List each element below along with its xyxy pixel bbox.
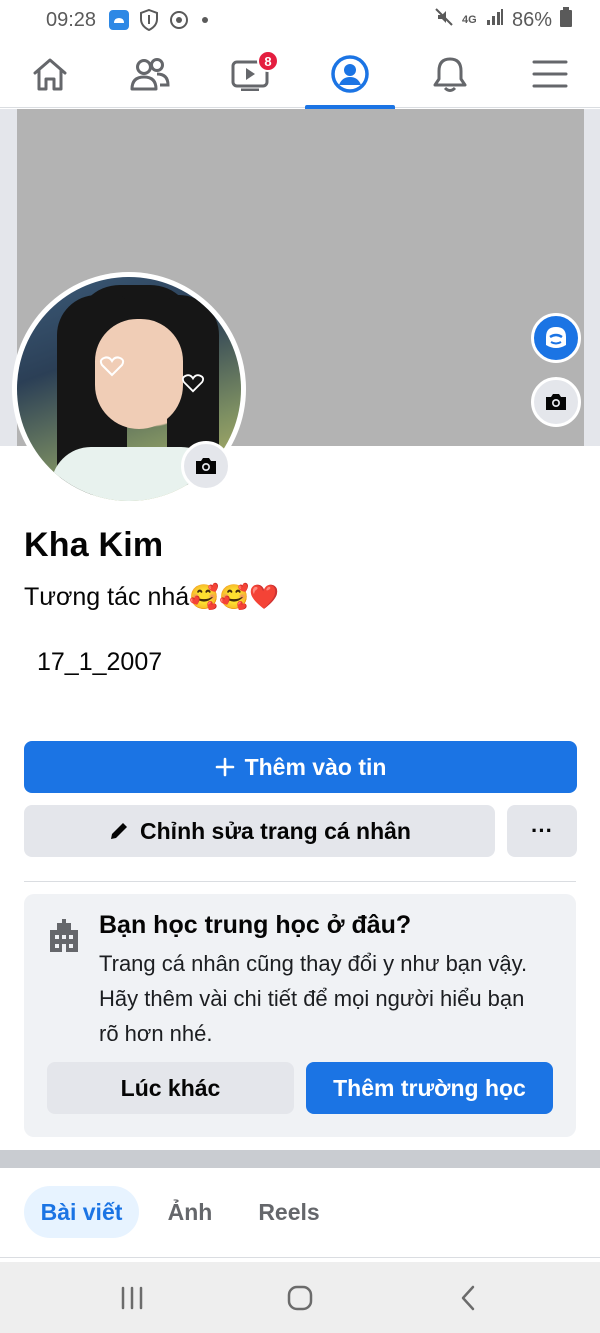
- edit-profile-button[interactable]: Chỉnh sửa trang cá nhân: [24, 805, 495, 857]
- status-bar: 09:28 4G 86%: [0, 0, 600, 40]
- system-navigation-bar: [0, 1262, 600, 1333]
- heart-sticker-icon: [181, 374, 205, 393]
- battery-percent: 86%: [511, 8, 552, 31]
- cloud-app-icon: [108, 9, 130, 31]
- edit-profile-label: Chỉnh sửa trang cá nhân: [140, 817, 411, 844]
- bio-text: Tương tác nhá: [24, 583, 190, 611]
- avatar-builder-button[interactable]: [531, 313, 581, 363]
- camera-icon: [546, 394, 566, 410]
- recent-apps-button[interactable]: [112, 1280, 152, 1316]
- mute-icon: [434, 7, 454, 33]
- pencil-icon: [108, 820, 130, 842]
- battery-icon: [560, 7, 572, 33]
- cover-margin-right: [584, 109, 600, 446]
- add-to-story-label: Thêm vào tin: [244, 753, 387, 780]
- edit-profile-picture-button[interactable]: [181, 441, 231, 491]
- notification-dot-icon: [202, 17, 209, 23]
- status-time: 09:28: [46, 8, 97, 31]
- add-school-label: Thêm trường học: [333, 1074, 526, 1101]
- home-circle-icon: [287, 1285, 313, 1311]
- later-button[interactable]: Lúc khác: [47, 1062, 294, 1114]
- tab-posts[interactable]: Bài viết: [24, 1186, 139, 1238]
- back-arrow-icon: [461, 1285, 475, 1311]
- nav-watch[interactable]: 8: [205, 40, 295, 108]
- profile-bio: Tương tác nhá🥰🥰❤️: [24, 583, 279, 612]
- home-button[interactable]: [280, 1280, 320, 1316]
- nav-profile[interactable]: [305, 40, 395, 109]
- friends-icon: [130, 58, 170, 91]
- add-school-button[interactable]: Thêm trường học: [306, 1062, 553, 1114]
- nav-menu[interactable]: [505, 40, 595, 108]
- nav-notifications[interactable]: [405, 40, 495, 108]
- edit-cover-button[interactable]: [531, 377, 581, 427]
- add-to-story-button[interactable]: Thêm vào tin: [24, 741, 577, 793]
- menu-icon: [532, 60, 568, 88]
- tab-photos[interactable]: Ảnh: [158, 1186, 222, 1238]
- watch-badge: 8: [257, 50, 279, 72]
- tab-reels[interactable]: Reels: [248, 1186, 330, 1238]
- school-prompt-card: Bạn học trung học ở đâu? Trang cá nhân c…: [24, 894, 576, 1137]
- section-divider: [24, 881, 576, 882]
- bio-emoji: 🥰🥰❤️: [189, 584, 279, 611]
- school-prompt-title: Bạn học trung học ở đâu?: [99, 911, 412, 939]
- profile-birthday: 17_1_2007: [37, 648, 163, 676]
- home-icon: [33, 58, 67, 91]
- back-button[interactable]: [448, 1280, 488, 1316]
- profile-icon: [331, 55, 369, 93]
- school-building-icon: [46, 918, 82, 959]
- avatar-face-icon: [546, 327, 566, 348]
- vpn-icon: [168, 9, 190, 31]
- signal-icon: [486, 8, 504, 32]
- profile-name: Kha Kim: [24, 526, 164, 564]
- more-options-button[interactable]: ···: [507, 805, 577, 857]
- later-label: Lúc khác: [120, 1074, 221, 1101]
- bell-icon: [433, 57, 467, 92]
- network-type: 4G: [461, 14, 477, 26]
- more-options-icon: ···: [531, 818, 553, 843]
- heart-sticker-icon: [99, 356, 125, 377]
- recent-apps-icon: [121, 1286, 143, 1310]
- section-separator: [0, 1150, 600, 1168]
- camera-icon: [196, 458, 216, 474]
- nav-home[interactable]: [5, 40, 95, 108]
- top-navigation: 8: [0, 40, 600, 109]
- profile-tabs: Bài viết Ảnh Reels: [0, 1168, 600, 1258]
- shield-icon: [138, 9, 160, 31]
- school-prompt-body: Trang cá nhân cũng thay đổi y như bạn vậ…: [99, 951, 528, 1046]
- nav-friends[interactable]: [105, 40, 195, 108]
- plus-icon: [215, 757, 235, 777]
